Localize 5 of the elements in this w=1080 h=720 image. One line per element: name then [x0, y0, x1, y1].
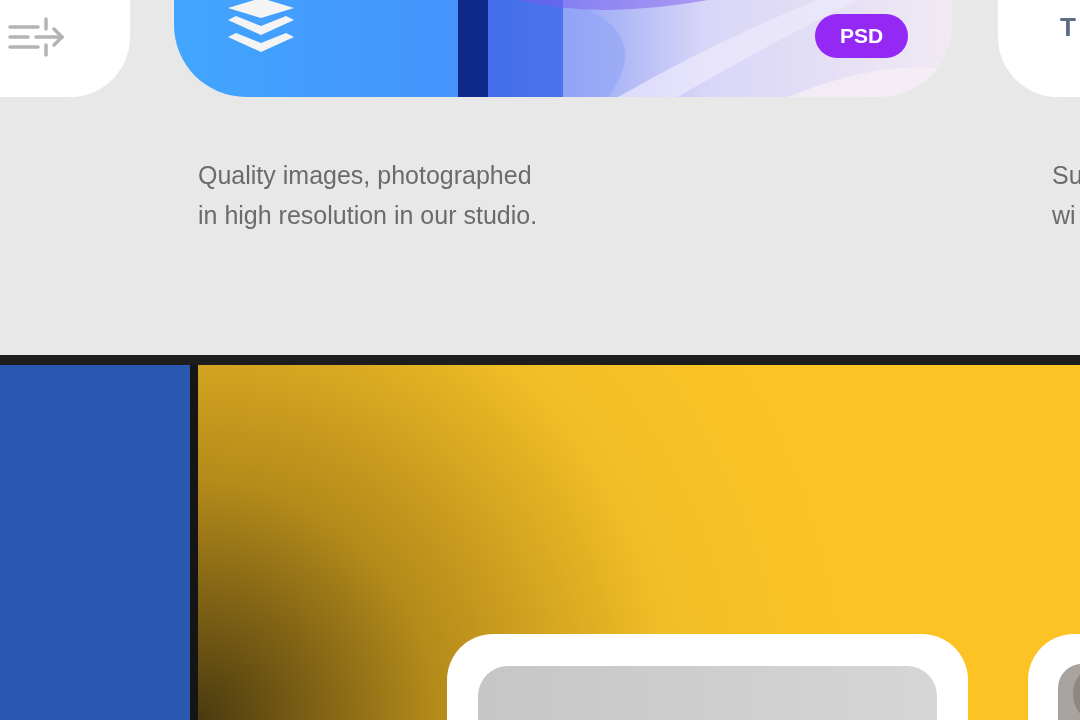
- card-description: Su wi: [1052, 160, 1080, 231]
- layers-icon: [228, 0, 294, 52]
- card-description: Quality images, photographed in high resolution in our studio.: [198, 160, 538, 231]
- card-title: T: [1060, 12, 1076, 43]
- format-badge: PSD: [815, 14, 908, 58]
